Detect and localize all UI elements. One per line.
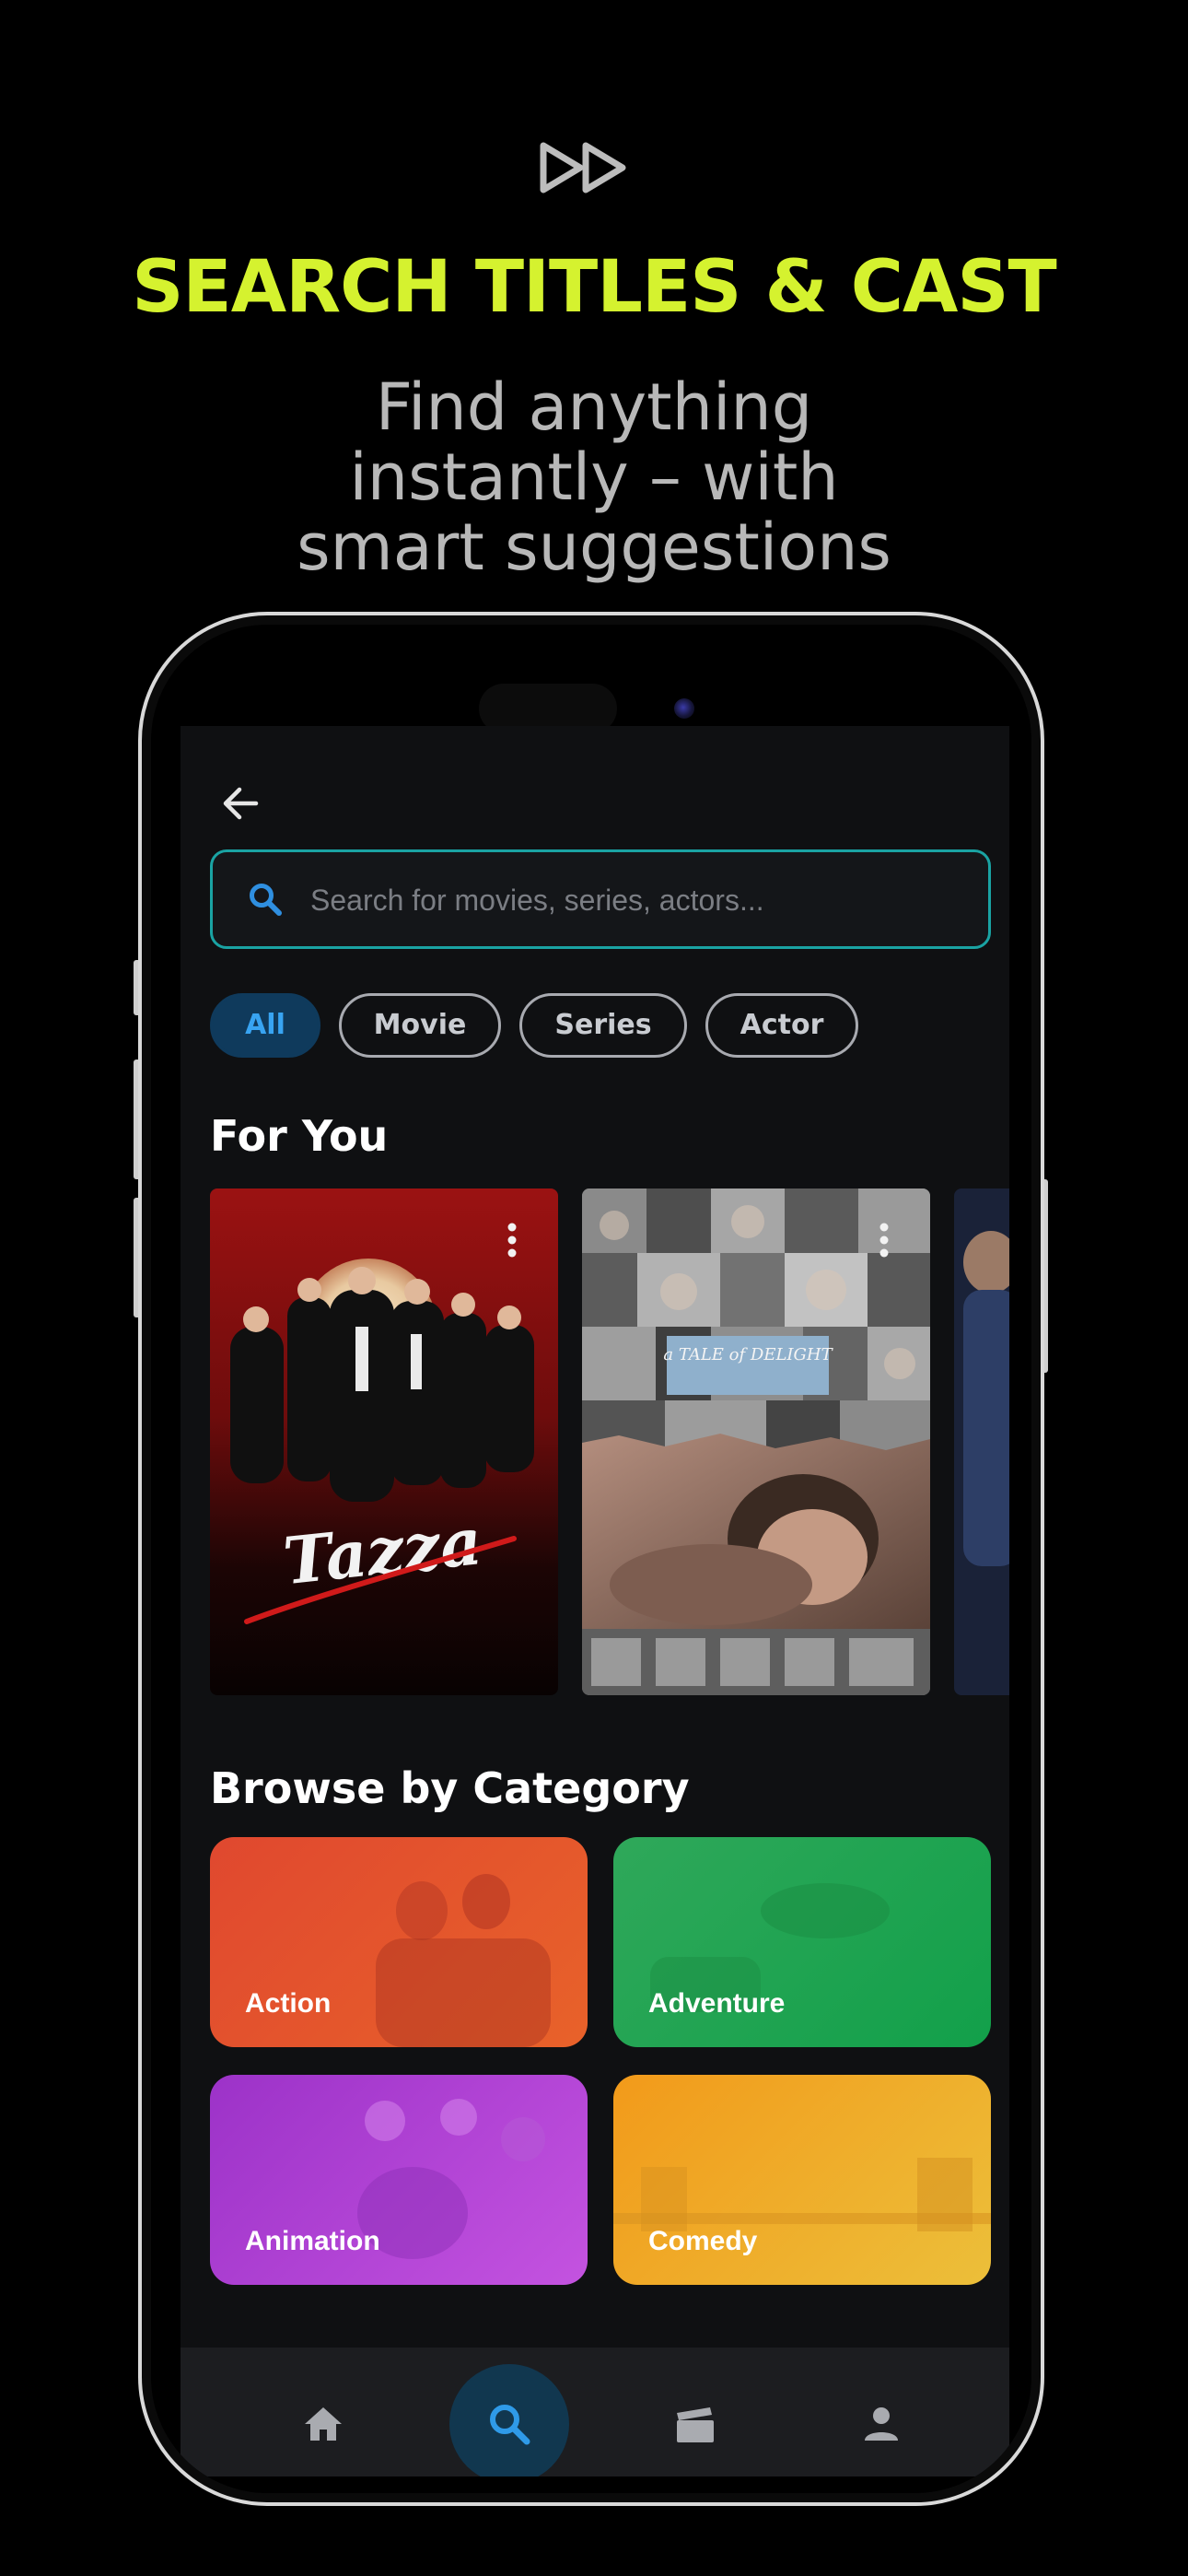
nav-search[interactable] xyxy=(449,2364,569,2476)
clapperboard-icon xyxy=(677,2407,714,2442)
phone-bezel: Search for movies, series, actors... All… xyxy=(151,625,1031,2493)
nav-profile[interactable] xyxy=(821,2364,941,2476)
more-options-icon[interactable] xyxy=(507,1222,518,1259)
home-icon xyxy=(305,2407,342,2441)
category-label: Animation xyxy=(245,2226,380,2256)
category-label: Comedy xyxy=(648,2226,758,2256)
for-you-title: For You xyxy=(210,1111,389,1161)
filter-chip-actor[interactable]: Actor xyxy=(705,993,858,1058)
phone-frame: Search for movies, series, actors... All… xyxy=(138,612,1044,2506)
poster-card-tazza[interactable]: Tazza xyxy=(210,1188,558,1695)
category-label: Adventure xyxy=(648,1988,786,2019)
back-arrow-icon[interactable] xyxy=(214,776,269,831)
app-screen: Search for movies, series, actors... All… xyxy=(181,726,1009,2476)
category-animation[interactable]: Animation xyxy=(210,2075,588,2285)
poster-card-partial[interactable] xyxy=(954,1188,1009,1695)
filter-chip-movie[interactable]: Movie xyxy=(339,993,501,1058)
search-input[interactable]: Search for movies, series, actors... xyxy=(210,849,991,949)
person-icon xyxy=(865,2407,898,2441)
fast-forward-logo-icon xyxy=(540,142,626,193)
promo-subhead-line: smart suggestions xyxy=(297,509,891,585)
poster-art xyxy=(954,1188,1009,1695)
category-action[interactable]: Action xyxy=(210,1837,588,2047)
category-label: Action xyxy=(245,1988,332,2019)
promo-subhead-line: Find anything xyxy=(375,369,813,445)
search-icon xyxy=(250,884,282,916)
filter-chip-series[interactable]: Series xyxy=(519,993,687,1058)
promo-subhead-line: instantly – with xyxy=(349,439,839,515)
search-placeholder: Search for movies, series, actors... xyxy=(310,884,764,917)
browse-category-title: Browse by Category xyxy=(210,1763,690,1813)
poster-art: Tazza xyxy=(210,1188,558,1695)
poster-title-text: a TALE of DELIGHT xyxy=(663,1345,833,1364)
search-icon xyxy=(490,2405,530,2445)
promo-subhead: Find anything instantly – with smart sug… xyxy=(226,372,962,582)
poster-art: a TALE of DELIGHT xyxy=(582,1188,930,1695)
promo-headline: SEARCH TITLES & CAST xyxy=(132,246,1056,329)
more-options-icon[interactable] xyxy=(879,1222,890,1259)
filter-chip-all[interactable]: All xyxy=(210,993,320,1058)
nav-videos[interactable] xyxy=(635,2364,755,2476)
front-camera xyxy=(674,698,694,719)
category-adventure[interactable]: Adventure xyxy=(613,1837,991,2047)
bottom-navigation xyxy=(181,2348,1009,2476)
category-comedy[interactable]: Comedy xyxy=(613,2075,991,2285)
poster-card-tale-of-delight[interactable]: a TALE of DELIGHT xyxy=(582,1188,930,1695)
nav-home[interactable] xyxy=(263,2364,383,2476)
